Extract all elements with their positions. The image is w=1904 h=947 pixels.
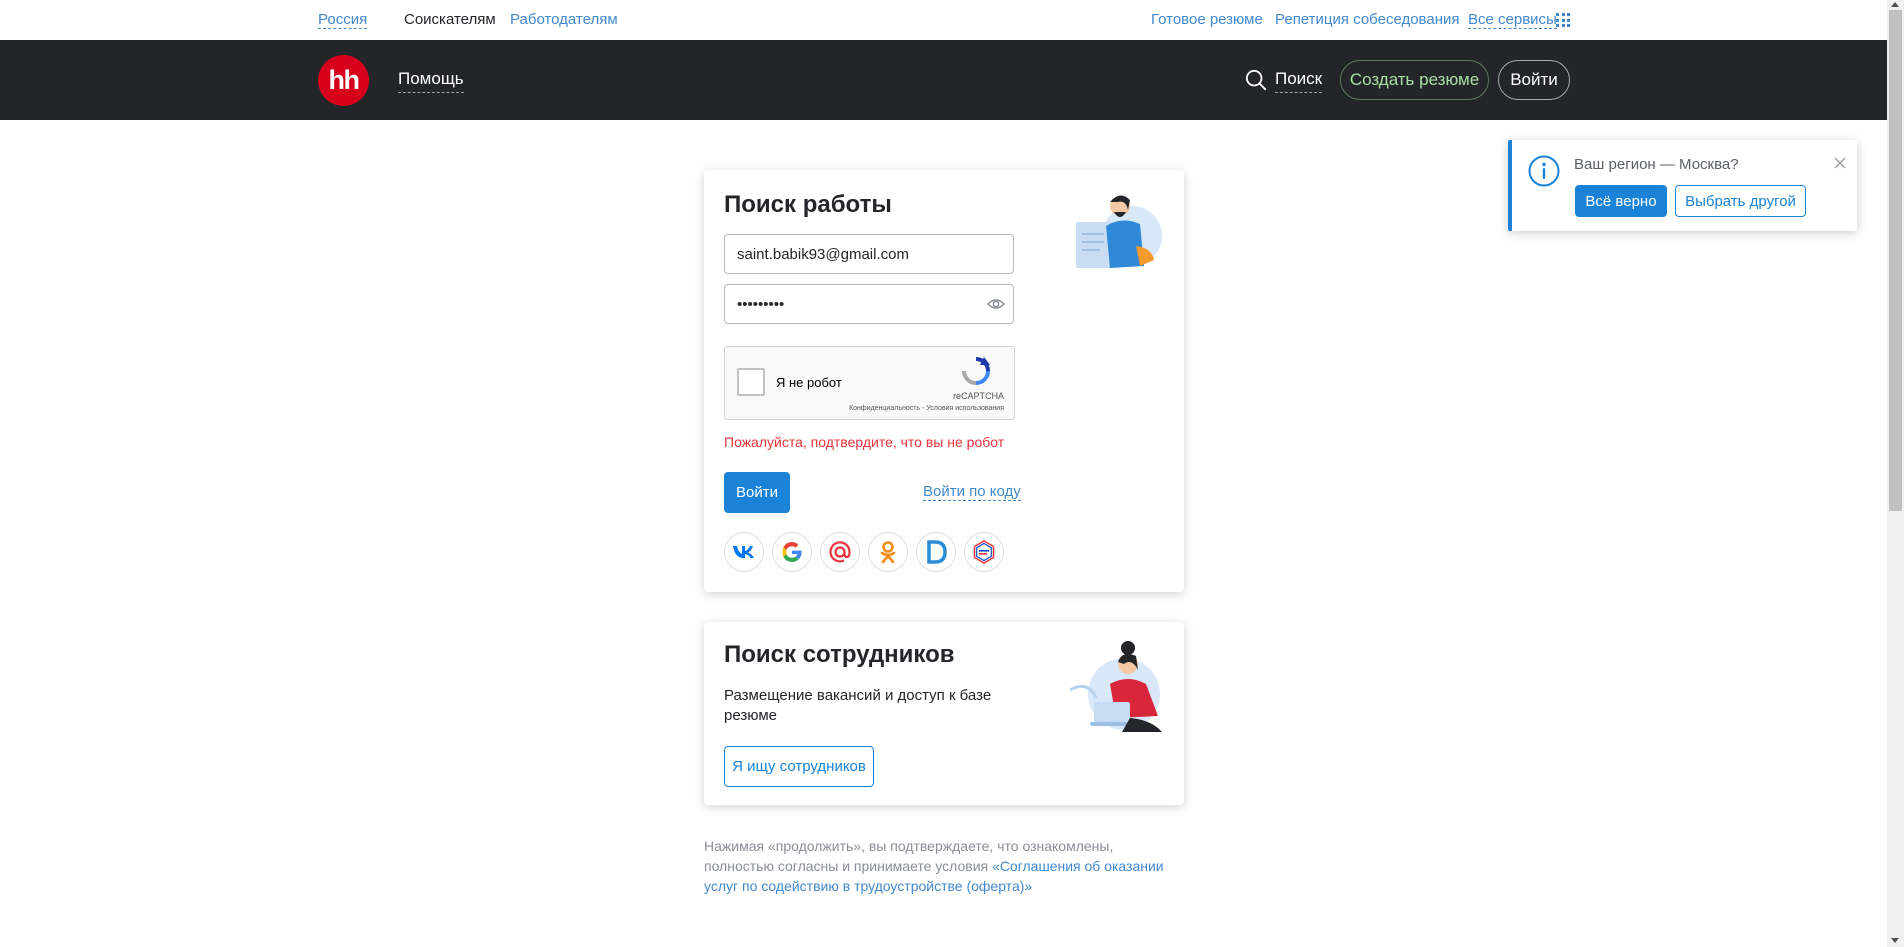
page-scrollbar[interactable] bbox=[1887, 0, 1904, 947]
d-icon[interactable] bbox=[916, 532, 956, 572]
employee-search-card: Поиск сотрудников Размещение вакансий и … bbox=[704, 622, 1184, 805]
grid-icon[interactable] bbox=[1556, 13, 1570, 27]
scrollbar-thumb[interactable] bbox=[1889, 10, 1902, 511]
top-strip: Россия Соискателям Работодателям Готовое… bbox=[0, 0, 1887, 40]
ok-icon[interactable] bbox=[868, 532, 908, 572]
region-link[interactable]: Россия bbox=[318, 11, 368, 29]
password-value: ••••••••• bbox=[737, 295, 785, 313]
search-link[interactable]: Поиск bbox=[1275, 69, 1323, 93]
scroll-up-icon[interactable] bbox=[1891, 2, 1899, 7]
scroll-down-icon[interactable] bbox=[1891, 938, 1899, 943]
region-choose-other-button[interactable]: Выбрать другой bbox=[1675, 185, 1806, 217]
vk-icon[interactable] bbox=[724, 532, 764, 572]
login-button[interactable]: Войти bbox=[724, 472, 790, 513]
interview-rehearsal-link[interactable]: Репетиция собеседования bbox=[1275, 11, 1459, 28]
region-confirm-button[interactable]: Всё верно bbox=[1575, 185, 1667, 217]
all-services-link[interactable]: Все сервисы bbox=[1468, 11, 1557, 29]
captcha-error-message: Пожалуйста, подтвердите, что вы не робот bbox=[724, 434, 1005, 450]
main-header: hh Помощь Поиск Создать резюме Войти bbox=[0, 40, 1887, 120]
password-field[interactable]: ••••••••• bbox=[724, 284, 1014, 324]
eye-icon[interactable] bbox=[987, 297, 1005, 311]
help-link[interactable]: Помощь bbox=[398, 69, 464, 93]
man-illustration-icon bbox=[1076, 195, 1162, 268]
job-search-card: Поиск работы saint.babik93@gmail.com •••… bbox=[704, 170, 1184, 592]
looking-for-employees-button[interactable]: Я ищу сотрудников bbox=[724, 746, 874, 787]
region-popup: Ваш регион — Москва? Всё верно Выбрать д… bbox=[1508, 140, 1857, 231]
captcha-label: Я не робот bbox=[776, 375, 842, 390]
employer-description: Размещение вакансий и доступ к базе резю… bbox=[724, 687, 992, 724]
woman-illustration-icon bbox=[1069, 641, 1162, 732]
mailru-icon[interactable] bbox=[820, 532, 860, 572]
captcha-brand: reCAPTCHA bbox=[952, 391, 1004, 401]
gosuslugi-icon[interactable] bbox=[964, 532, 1004, 572]
ready-resume-link[interactable]: Готовое резюме bbox=[1151, 11, 1263, 28]
info-icon bbox=[1528, 155, 1560, 187]
employers-link[interactable]: Работодателям bbox=[510, 11, 618, 28]
region-question: Ваш регион — Москва? bbox=[1574, 156, 1739, 173]
search-icon[interactable] bbox=[1245, 69, 1267, 91]
captcha-checkbox[interactable] bbox=[737, 368, 765, 396]
email-field[interactable]: saint.babik93@gmail.com bbox=[724, 234, 1014, 274]
create-resume-button[interactable]: Создать резюме bbox=[1340, 60, 1489, 100]
terms-notice: Нажимая «продолжить», вы подтверждаете, … bbox=[704, 836, 1184, 896]
job-search-title: Поиск работы bbox=[724, 191, 892, 218]
captcha-terms[interactable]: Конфиденциальность - Условия использован… bbox=[849, 405, 1004, 412]
social-login-row bbox=[724, 532, 1004, 572]
seekers-tab[interactable]: Соискателям bbox=[404, 11, 496, 28]
recaptcha-widget: Я не робот reCAPTCHA Конфиденциальность … bbox=[724, 346, 1015, 420]
header-login-button[interactable]: Войти bbox=[1498, 60, 1570, 100]
recaptcha-icon bbox=[962, 357, 990, 385]
close-icon[interactable] bbox=[1834, 157, 1846, 169]
hh-logo[interactable]: hh bbox=[318, 55, 369, 106]
google-icon[interactable] bbox=[772, 532, 812, 572]
employee-search-title: Поиск сотрудников bbox=[724, 641, 955, 668]
login-by-code-link[interactable]: Войти по коду bbox=[923, 483, 1021, 501]
